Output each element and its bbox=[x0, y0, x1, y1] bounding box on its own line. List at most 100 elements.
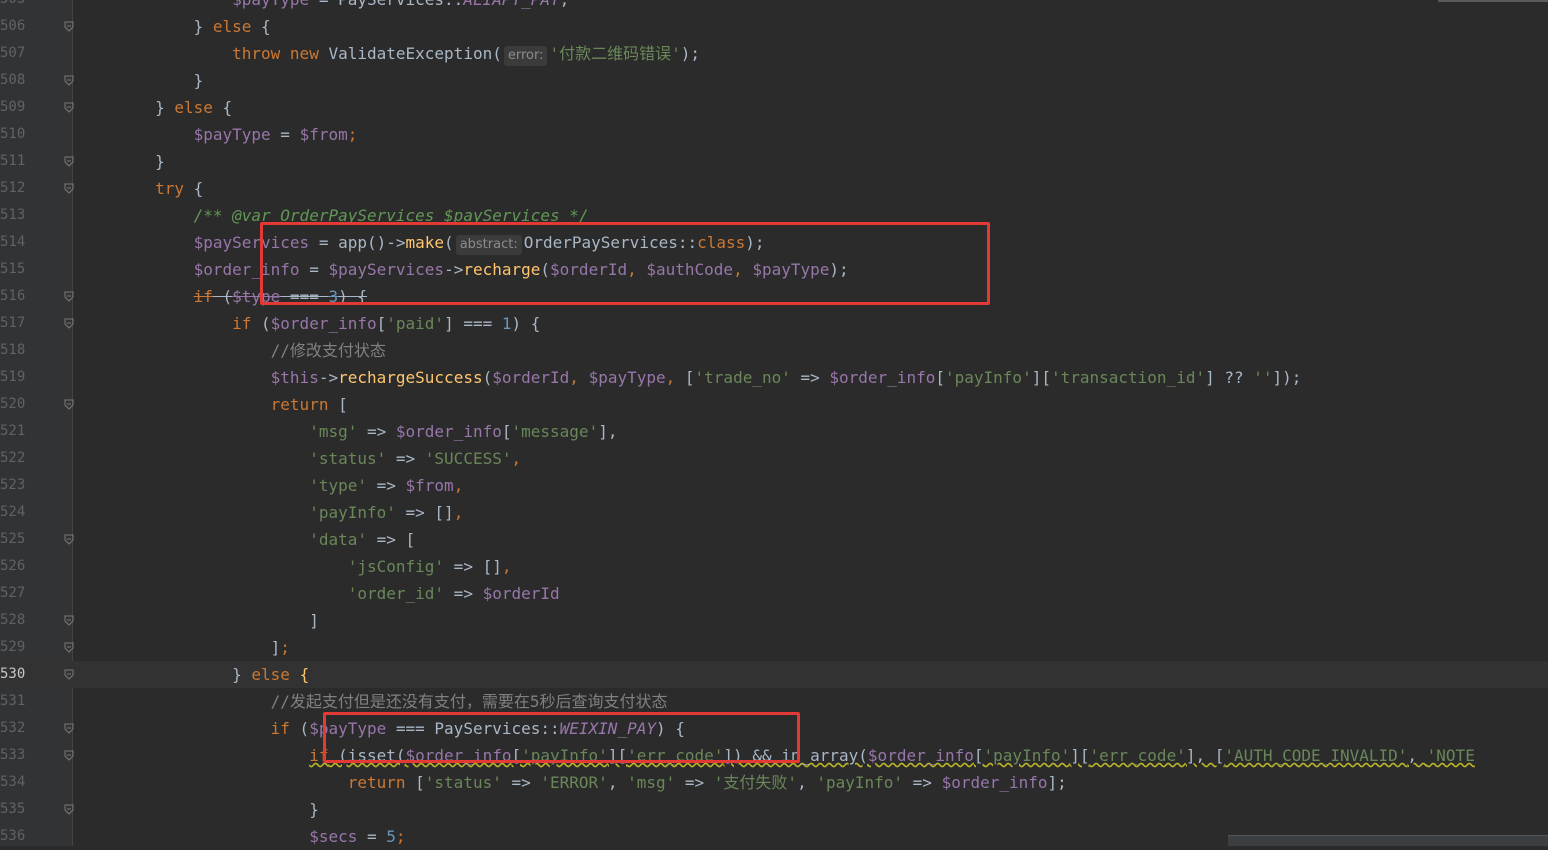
code-line[interactable]: 518 //修改支付状态 bbox=[0, 337, 1548, 364]
code-line[interactable]: 515 $order_info = $payServices->recharge… bbox=[0, 256, 1548, 283]
line-number: 527 bbox=[0, 585, 26, 601]
code-token: ); bbox=[829, 260, 849, 279]
code-text: 'status' => 'SUCCESS', bbox=[78, 445, 521, 472]
code-text: } bbox=[78, 67, 204, 94]
line-number: 535 bbox=[0, 801, 26, 817]
code-editor[interactable]: 505 $payType = PayServices::ALIAPY_PAY;5… bbox=[0, 0, 1548, 846]
fold-marker-icon[interactable] bbox=[64, 75, 74, 86]
code-token: ( bbox=[444, 233, 454, 252]
code-token: ) { bbox=[511, 314, 541, 333]
code-token: else bbox=[251, 665, 290, 684]
code-line[interactable]: 510 $payType = $from; bbox=[0, 121, 1548, 148]
code-line[interactable]: 513 /** @var OrderPayServices $payServic… bbox=[0, 202, 1548, 229]
code-text: 'order_id' => $orderId bbox=[78, 580, 560, 607]
code-token: try bbox=[155, 179, 184, 198]
fold-marker-icon[interactable] bbox=[64, 804, 74, 815]
code-token: ); bbox=[745, 233, 765, 252]
code-token: $order_info bbox=[867, 746, 974, 765]
fold-marker-icon[interactable] bbox=[64, 534, 74, 545]
code-line[interactable]: 524 'payInfo' => [], bbox=[0, 499, 1548, 526]
code-line[interactable]: 506 } else { bbox=[0, 13, 1548, 40]
code-token: === PayServices:: bbox=[386, 719, 560, 738]
fold-marker-icon[interactable] bbox=[64, 399, 74, 410]
code-token: 'data' bbox=[309, 530, 367, 549]
code-line[interactable]: 509 } else { bbox=[0, 94, 1548, 121]
fold-marker-icon[interactable] bbox=[64, 642, 74, 653]
code-token: throw new bbox=[232, 44, 329, 63]
code-line[interactable]: 525 'data' => [ bbox=[0, 526, 1548, 553]
line-number: 521 bbox=[0, 423, 26, 439]
code-token: , bbox=[797, 773, 817, 792]
line-number: 506 bbox=[0, 18, 26, 34]
code-line[interactable]: 531 //发起支付但是还没有支付，需要在5秒后查询支付状态 bbox=[0, 688, 1548, 715]
code-token: , bbox=[453, 476, 464, 495]
code-line[interactable]: 516 if ($type === 3) { bbox=[0, 283, 1548, 310]
code-token: if bbox=[232, 314, 252, 333]
code-line[interactable]: 529 ]; bbox=[0, 634, 1548, 661]
code-line[interactable]: 521 'msg' => $order_info['message'], bbox=[0, 418, 1548, 445]
code-token: , bbox=[733, 260, 753, 279]
code-line[interactable]: 519 $this->rechargeSuccess($orderId, $pa… bbox=[0, 364, 1548, 391]
code-text: try { bbox=[78, 175, 203, 202]
code-token: ; bbox=[280, 638, 290, 657]
fold-marker-icon[interactable] bbox=[64, 156, 74, 167]
code-line[interactable]: 526 'jsConfig' => [], bbox=[0, 553, 1548, 580]
code-token: } bbox=[78, 17, 213, 36]
code-token: ]; bbox=[1047, 773, 1067, 792]
code-token: ][ bbox=[1031, 368, 1051, 387]
code-token: ] === bbox=[444, 314, 502, 333]
fold-marker-icon[interactable] bbox=[64, 291, 74, 302]
code-line[interactable]: 507 throw new ValidateException(error: '付… bbox=[0, 40, 1548, 67]
code-line[interactable]: 532 if ($payType === PayServices::WEIXIN… bbox=[0, 715, 1548, 742]
code-line[interactable]: 528 ] bbox=[0, 607, 1548, 634]
code-text: } else { bbox=[78, 94, 232, 121]
code-token: } bbox=[78, 800, 319, 819]
fold-marker-icon[interactable] bbox=[64, 21, 74, 32]
code-text: $payType = PayServices::ALIAPY_PAY; bbox=[78, 0, 569, 13]
line-number: 514 bbox=[0, 234, 26, 250]
code-token: //发起支付但是还没有支付，需要在5秒后查询支付状态 bbox=[78, 692, 668, 711]
code-token: $order_info bbox=[405, 746, 512, 765]
code-line[interactable]: 511 } bbox=[0, 148, 1548, 175]
code-token: rechargeSuccess bbox=[338, 368, 483, 387]
code-token: ( bbox=[540, 260, 551, 279]
fold-marker-icon[interactable] bbox=[64, 669, 74, 680]
fold-marker-icon[interactable] bbox=[64, 723, 74, 734]
code-line[interactable]: 523 'type' => $from, bbox=[0, 472, 1548, 499]
code-line[interactable]: 535 } bbox=[0, 796, 1548, 823]
fold-marker-icon[interactable] bbox=[64, 183, 74, 194]
code-line[interactable]: 530 } else { bbox=[0, 661, 1548, 688]
code-token: ][ bbox=[1070, 746, 1090, 765]
code-token: } bbox=[78, 98, 175, 117]
code-text: //发起支付但是还没有支付，需要在5秒后查询支付状态 bbox=[78, 688, 668, 715]
code-line[interactable]: 505 $payType = PayServices::ALIAPY_PAY; bbox=[0, 0, 1548, 13]
code-line[interactable]: 522 'status' => 'SUCCESS', bbox=[0, 445, 1548, 472]
fold-marker-icon[interactable] bbox=[64, 318, 74, 329]
line-number: 511 bbox=[0, 153, 26, 169]
code-line[interactable]: 533 if (isset($order_info['payInfo']['er… bbox=[0, 742, 1548, 769]
code-token: recharge bbox=[463, 260, 541, 279]
code-token: $order_info bbox=[829, 368, 936, 387]
code-line[interactable]: 534 return ['status' => 'ERROR', 'msg' =… bbox=[0, 769, 1548, 796]
code-text: } bbox=[78, 148, 165, 175]
fold-marker-icon[interactable] bbox=[64, 102, 74, 113]
code-token: ][ bbox=[607, 746, 628, 765]
code-line[interactable]: 514 $payServices = app()->make(abstract:… bbox=[0, 229, 1548, 256]
fold-marker-icon[interactable] bbox=[64, 750, 74, 761]
code-line[interactable]: 520 return [ bbox=[0, 391, 1548, 418]
code-line[interactable]: 508 } bbox=[0, 67, 1548, 94]
code-line[interactable]: 517 if ($order_info['paid'] === 1) { bbox=[0, 310, 1548, 337]
code-token: 'type' bbox=[309, 476, 367, 495]
scrollbar-thumb[interactable] bbox=[1438, 0, 1548, 2]
code-token: [ bbox=[511, 746, 522, 765]
code-line[interactable]: 512 try { bbox=[0, 175, 1548, 202]
code-line[interactable]: 527 'order_id' => $orderId bbox=[0, 580, 1548, 607]
fold-marker-icon[interactable] bbox=[64, 615, 74, 626]
code-token: 'SUCCESS' bbox=[424, 449, 512, 468]
code-token: $payType bbox=[232, 0, 309, 9]
code-token: , bbox=[627, 260, 647, 279]
line-number: 513 bbox=[0, 207, 26, 223]
